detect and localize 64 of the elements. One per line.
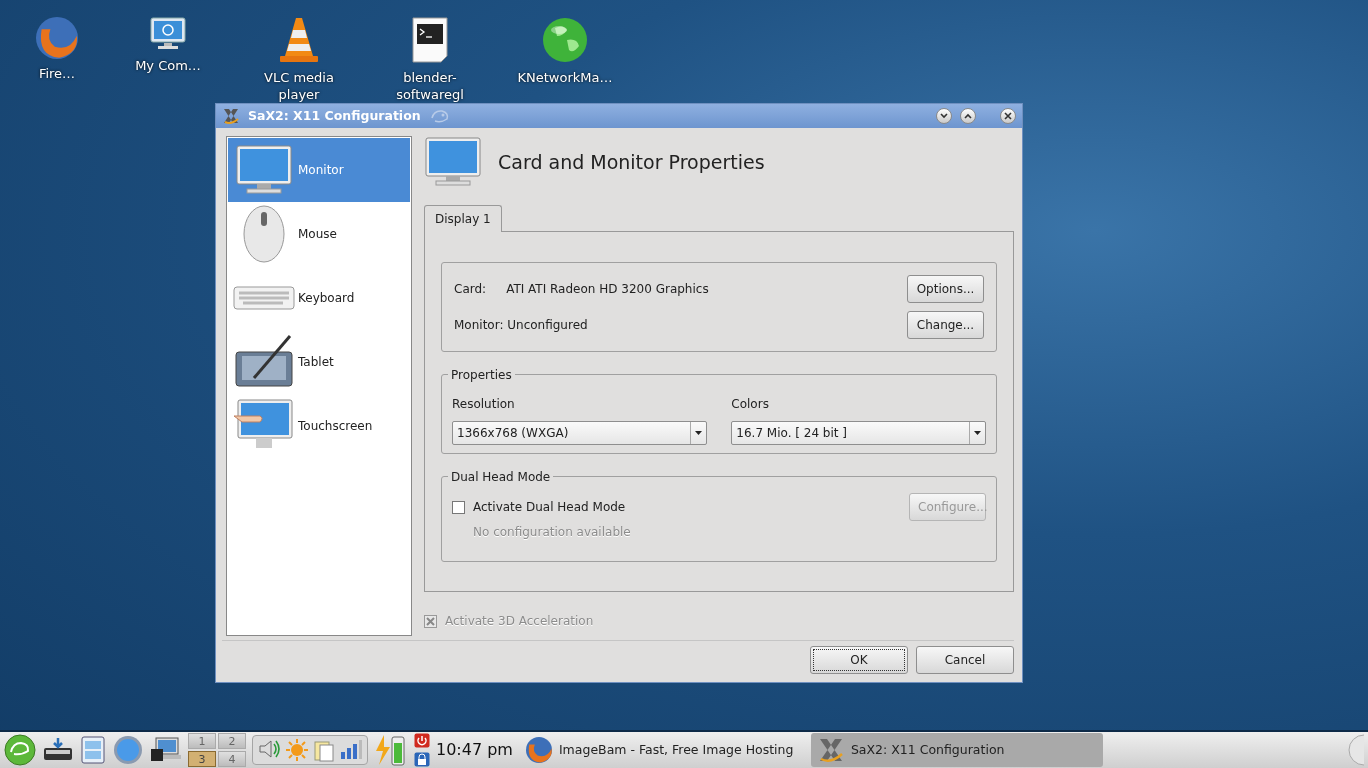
field-label: Monitor: Unconfigured xyxy=(454,317,588,334)
speaker-icon[interactable] xyxy=(257,738,281,760)
dialog-button[interactable]: Cancel xyxy=(916,646,1014,674)
desktop-icon-label[interactable]: Fire… xyxy=(38,66,76,83)
desktop-icon-label[interactable]: VLC media player xyxy=(254,70,344,104)
field-label: Resolution xyxy=(452,396,516,413)
change-button[interactable]: Change... xyxy=(907,311,984,339)
clipboard-icon[interactable] xyxy=(313,738,335,762)
category-item[interactable]: Touchscreen xyxy=(228,394,410,458)
monitor-icon[interactable] xyxy=(148,16,188,52)
cross-icon xyxy=(426,616,435,626)
field-label: Card: xyxy=(454,281,487,298)
category-item[interactable]: Mouse xyxy=(228,202,410,266)
maximize-button[interactable] xyxy=(960,108,976,124)
page-heading: Card and Monitor Properties xyxy=(498,149,765,175)
category-item[interactable]: Monitor xyxy=(228,138,410,202)
battery-charging-icon[interactable] xyxy=(374,733,408,767)
pen-tablet-icon xyxy=(234,334,294,390)
terminal-document-icon[interactable] xyxy=(411,16,449,64)
x-logo-icon xyxy=(222,107,240,125)
desktop-icon-label[interactable]: KNetworkMa… xyxy=(517,70,613,87)
power-icon[interactable] xyxy=(414,733,430,748)
tab[interactable]: Display 1 xyxy=(424,205,502,232)
options-button[interactable]: Options... xyxy=(907,275,984,303)
chameleon-logo-icon[interactable] xyxy=(4,734,36,766)
category-item[interactable]: Tablet xyxy=(228,330,410,394)
monitor-icon xyxy=(235,144,293,196)
desktop-pager-cell[interactable]: 2 xyxy=(218,733,246,749)
field-value: ATI ATI Radeon HD 3200 Graphics xyxy=(506,281,709,298)
desktop-icon-label[interactable]: blender-softwaregl xyxy=(385,70,475,104)
dropdown[interactable]: 1366x768 (WXGA) xyxy=(452,421,708,445)
taskbar-button[interactable]: ImageBam - Fast, Free Image Hosting xyxy=(518,733,805,767)
fox-globe-icon[interactable] xyxy=(35,16,79,60)
category-item[interactable]: Keyboard xyxy=(228,266,410,330)
desktop-pager-cell[interactable]: 3 xyxy=(188,751,216,767)
checkbox-label: Activate Dual Head Mode xyxy=(473,499,626,516)
monitor-icon xyxy=(424,136,482,188)
keyboard-icon xyxy=(233,283,295,313)
window-title: SaX2: X11 Configuration xyxy=(248,106,421,125)
chevron-down-icon xyxy=(940,113,948,119)
caret-icon xyxy=(695,431,703,435)
fox-globe-icon xyxy=(524,736,553,764)
minimize-button[interactable] xyxy=(936,108,952,124)
close-icon xyxy=(1004,112,1012,120)
globe-icon[interactable] xyxy=(541,16,589,64)
clock: 10:47 pm xyxy=(436,739,513,761)
status-note: No configuration available xyxy=(473,524,632,541)
dialog-button[interactable]: OK xyxy=(810,646,908,674)
close-button[interactable] xyxy=(1000,108,1016,124)
chameleon-icon xyxy=(428,108,451,124)
chevron-up-icon xyxy=(964,113,972,119)
group-title: Properties xyxy=(448,366,515,384)
file-cabinet-icon[interactable] xyxy=(80,735,106,765)
taskbar-button[interactable]: SaX2: X11 Configuration xyxy=(810,733,1103,767)
lock-icon[interactable] xyxy=(414,752,430,767)
signal-bars-icon[interactable] xyxy=(339,738,363,760)
field-label: Colors xyxy=(731,396,770,413)
desktop-icon-label[interactable]: My Com… xyxy=(135,58,201,75)
traffic-cone-icon[interactable] xyxy=(277,16,321,64)
dropdown[interactable]: 16.7 Mio. [ 24 bit ] xyxy=(731,421,986,445)
checkbox[interactable] xyxy=(452,500,465,514)
checkbox-label: Activate 3D Acceleration xyxy=(445,613,594,630)
desktop-pager-cell[interactable]: 4 xyxy=(218,751,246,767)
caret-icon xyxy=(974,431,981,435)
